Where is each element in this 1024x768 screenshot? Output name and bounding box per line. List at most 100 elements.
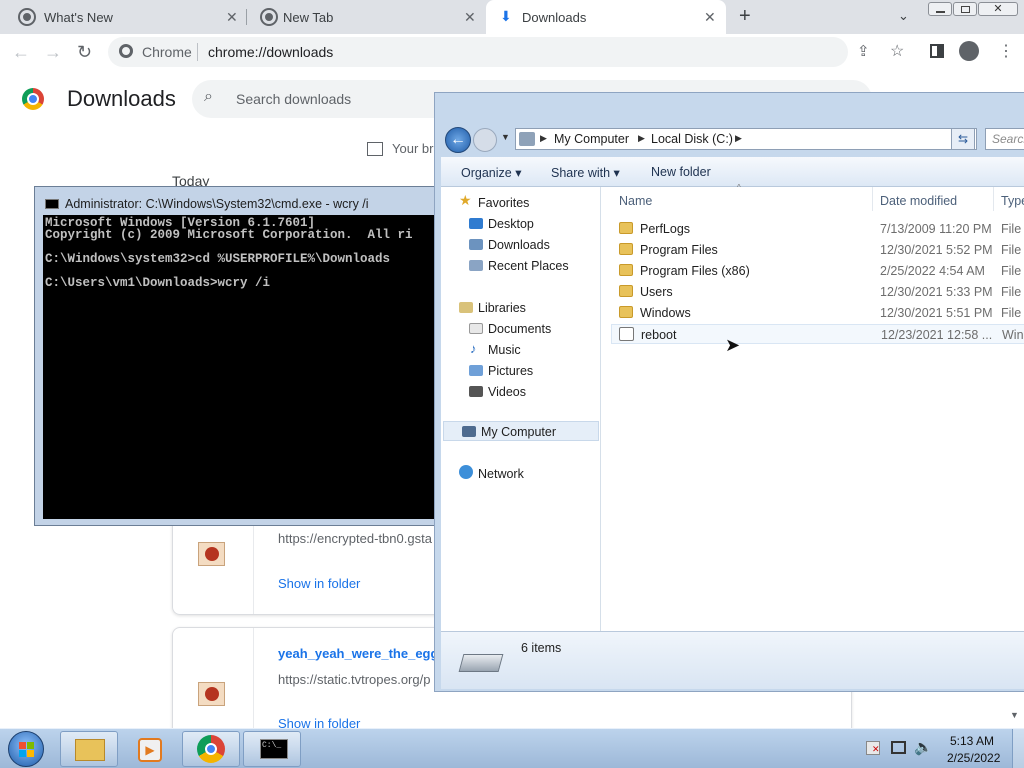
download-icon: ⬇: [500, 8, 512, 24]
column-header-type[interactable]: Type: [1001, 194, 1024, 208]
new-folder-button[interactable]: New folder: [651, 165, 711, 179]
url-text: chrome://downloads: [208, 44, 334, 60]
menu-icon[interactable]: ⋮: [998, 42, 1014, 62]
close-tab-icon[interactable]: ✕: [464, 9, 476, 26]
drive-icon: [458, 654, 504, 672]
cmd-title-bar[interactable]: Administrator: C:\Windows\System32\cmd.e…: [35, 187, 435, 215]
explorer-window: ← ▼ ▶ My Computer ▶ Local Disk (C:) ▶ ▼ …: [434, 92, 1024, 692]
restore-button[interactable]: [953, 2, 977, 16]
divider: [197, 43, 198, 61]
address-bar[interactable]: Chrome chrome://downloads ⇪ ☆: [108, 37, 904, 67]
column-header-date[interactable]: Date modified: [880, 194, 957, 208]
show-desktop-button[interactable]: [1012, 729, 1024, 768]
file-row[interactable]: reboot 12/23/2021 12:58 ... Wind: [611, 324, 1024, 344]
file-type: Wind: [1002, 328, 1024, 342]
share-icon[interactable]: ⇪: [857, 42, 870, 60]
clock-time[interactable]: 5:13 AM: [950, 734, 994, 748]
profile-avatar-icon[interactable]: [959, 41, 979, 61]
chrome-icon: [119, 44, 133, 58]
nav-music[interactable]: Music: [488, 343, 521, 357]
file-type: File f: [1001, 222, 1024, 236]
show-in-folder-link[interactable]: Show in folder: [278, 576, 360, 591]
star-icon[interactable]: ☆: [890, 41, 904, 61]
cmd-icon: C:\_: [260, 739, 288, 759]
action-center-icon[interactable]: ✕: [866, 741, 880, 755]
console-line: Copyright (c) 2009 Microsoft Corporation…: [45, 228, 413, 242]
tab-whats-new[interactable]: What's New ✕: [0, 0, 246, 34]
nav-network[interactable]: Network: [478, 467, 524, 481]
cmd-console[interactable]: Microsoft Windows [Version 6.1.7601] Copy…: [43, 215, 435, 519]
nav-my-computer[interactable]: My Computer: [443, 421, 599, 441]
image-file-icon: [198, 682, 225, 706]
file-row[interactable]: PerfLogs 7/13/2009 11:20 PM File f: [611, 219, 1024, 239]
taskbar-chrome-button[interactable]: [182, 731, 240, 767]
file-type: File f: [1001, 285, 1024, 299]
nav-libraries[interactable]: Libraries: [478, 301, 526, 315]
taskbar-explorer-button[interactable]: [60, 731, 118, 767]
share-with-button[interactable]: Share with ▾: [551, 165, 620, 180]
column-header-name[interactable]: Name: [619, 194, 652, 208]
breadcrumb-arrow-icon[interactable]: ▶: [638, 133, 645, 144]
console-line: C:\Users\vm1\Downloads>wcry /i: [45, 276, 271, 290]
forward-icon[interactable]: →: [44, 42, 62, 62]
file-row[interactable]: Program Files (x86) 2/25/2022 4:54 AM File…: [611, 261, 1024, 281]
share-with-label: Share with: [551, 166, 611, 180]
breadcrumb-arrow-icon[interactable]: ▶: [735, 133, 742, 144]
minimize-button[interactable]: [928, 2, 952, 16]
scroll-down-arrow-icon[interactable]: ▼: [1010, 710, 1019, 720]
taskbar-cmd-button[interactable]: C:\_: [243, 731, 301, 767]
search-input[interactable]: Search: [985, 128, 1024, 150]
desktop-icon: [469, 218, 483, 229]
file-date: 12/30/2021 5:33 PM: [880, 285, 993, 299]
plus-icon[interactable]: +: [739, 5, 751, 28]
download-url: https://encrypted-tbn0.gsta: [278, 531, 432, 546]
reload-icon[interactable]: ↻: [77, 42, 92, 62]
file-date: 12/23/2021 12:58 ...: [881, 328, 993, 342]
folder-icon: [619, 264, 633, 276]
nav-videos[interactable]: Videos: [488, 385, 526, 399]
address-bar[interactable]: ▶ My Computer ▶ Local Disk (C:) ▶ ▼: [515, 128, 977, 150]
organize-button[interactable]: Organize ▾: [461, 165, 521, 180]
side-panel-icon[interactable]: [930, 44, 944, 58]
documents-icon: [469, 323, 483, 334]
volume-icon[interactable]: 🔈: [914, 738, 933, 756]
back-icon[interactable]: ←: [12, 42, 30, 62]
start-button[interactable]: [8, 731, 44, 767]
organize-label: Organize: [461, 166, 512, 180]
tab-downloads[interactable]: ⬇ Downloads ✕: [486, 0, 726, 34]
tab-search-icon[interactable]: ⌄: [898, 8, 909, 24]
close-tab-icon[interactable]: ✕: [226, 9, 238, 26]
close-tab-icon[interactable]: ✕: [704, 9, 716, 26]
details-pane: 6 items: [441, 631, 1024, 689]
tab-title: Downloads: [522, 10, 587, 25]
download-file-name[interactable]: yeah_yeah_were_the_eggs_: [278, 646, 453, 661]
nav-downloads[interactable]: Downloads: [488, 238, 550, 252]
taskbar-media-player-button[interactable]: ▶: [121, 731, 179, 767]
file-name: reboot: [641, 328, 677, 342]
nav-recent-places[interactable]: Recent Places: [488, 259, 569, 273]
file-row[interactable]: Windows 12/30/2021 5:51 PM File f: [611, 303, 1024, 323]
breadcrumb-arrow-icon[interactable]: ▶: [540, 133, 547, 144]
file-row[interactable]: Users 12/30/2021 5:33 PM File f: [611, 282, 1024, 302]
close-window-button[interactable]: ✕: [978, 2, 1018, 16]
file-date: 12/30/2021 5:51 PM: [880, 306, 993, 320]
search-icon: ⌕: [204, 88, 213, 105]
tab-new-tab[interactable]: New Tab ✕: [246, 0, 486, 34]
forward-icon[interactable]: [473, 128, 497, 152]
breadcrumb-my-computer[interactable]: My Computer: [554, 132, 629, 146]
network-icon[interactable]: [891, 741, 906, 754]
nav-desktop[interactable]: Desktop: [488, 217, 534, 231]
settings-file-icon: [619, 327, 634, 341]
cmd-window: Administrator: C:\Windows\System32\cmd.e…: [34, 186, 436, 526]
nav-favorites[interactable]: Favorites: [478, 196, 529, 210]
nav-documents[interactable]: Documents: [488, 322, 551, 336]
file-row[interactable]: Program Files 12/30/2021 5:52 PM File f: [611, 240, 1024, 260]
back-icon[interactable]: ←: [445, 127, 471, 153]
nav-pictures[interactable]: Pictures: [488, 364, 533, 378]
refresh-icon[interactable]: ⇆: [951, 128, 975, 150]
star-icon: ★: [459, 192, 472, 208]
recent-pages-icon[interactable]: ▼: [501, 132, 510, 142]
breadcrumb-local-disk[interactable]: Local Disk (C:): [651, 132, 733, 146]
recent-places-icon: [469, 260, 483, 271]
clock-date[interactable]: 2/25/2022: [947, 751, 1000, 765]
